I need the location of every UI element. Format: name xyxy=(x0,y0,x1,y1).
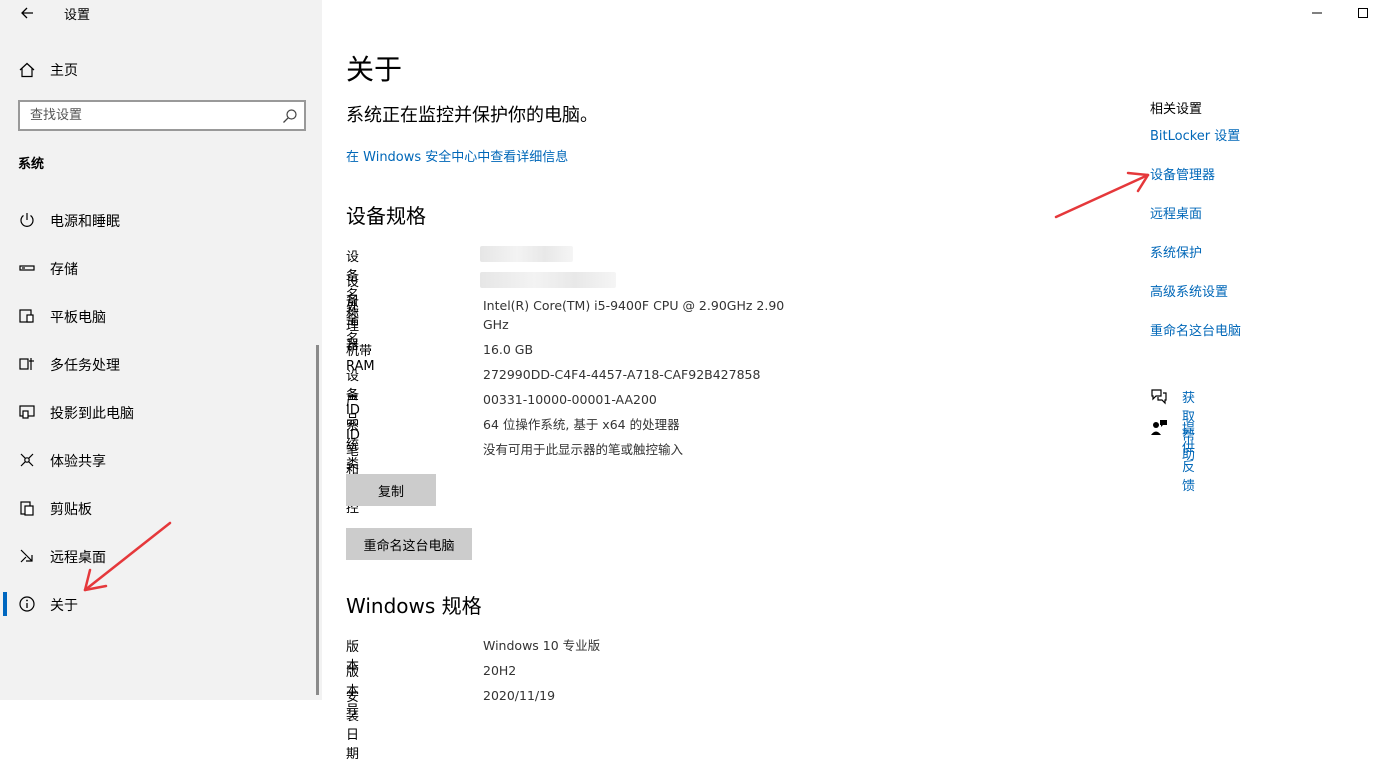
system-protection-link[interactable]: 系统保护 xyxy=(1150,242,1202,261)
window-controls xyxy=(1294,0,1386,28)
sidebar-item-about[interactable]: 关于 xyxy=(0,580,322,628)
minimize-button[interactable] xyxy=(1294,0,1340,26)
sidebar-item-multitasking[interactable]: 多任务处理 xyxy=(0,340,322,388)
sidebar-item-label: 远程桌面 xyxy=(50,550,106,566)
copy-button[interactable]: 复制 xyxy=(346,474,436,506)
back-arrow-icon xyxy=(21,7,33,19)
sidebar-item-label: 多任务处理 xyxy=(50,358,120,374)
related-settings-title: 相关设置 xyxy=(1150,102,1203,117)
app-title: 设置 xyxy=(64,8,91,23)
spec-value: Intel(R) Core(TM) i5-9400F CPU @ 2.90GHz… xyxy=(483,298,785,332)
sidebar-item-label: 平板电脑 xyxy=(50,310,106,326)
sidebar-item-power[interactable]: 电源和睡眠 xyxy=(0,196,322,244)
spec-value: Windows 10 专业版 xyxy=(483,638,601,653)
project-icon xyxy=(19,405,35,419)
spec-label: 安装日期 xyxy=(346,690,360,762)
sidebar-item-label: 关于 xyxy=(50,598,78,614)
sidebar-item-clipboard[interactable]: 剪贴板 xyxy=(0,484,322,532)
advanced-system-settings-link[interactable]: 高级系统设置 xyxy=(1150,281,1228,300)
home-icon xyxy=(19,62,35,78)
minimize-icon xyxy=(1312,12,1322,14)
feedback-icon xyxy=(1151,420,1167,435)
spec-value: 64 位操作系统, 基于 x64 的处理器 xyxy=(483,417,680,432)
sidebar-item-remote-desktop[interactable]: 远程桌面 xyxy=(0,532,322,580)
spec-value: 没有可用于此显示器的笔或触控输入 xyxy=(483,442,684,457)
feedback-link[interactable]: 提供反馈 xyxy=(1182,418,1195,494)
sidebar-item-storage[interactable]: 存储 xyxy=(0,244,322,292)
sidebar: 设置 主页 系统 电源和睡眠 存储 xyxy=(0,0,322,700)
shared-experiences-icon xyxy=(20,453,34,467)
storage-icon xyxy=(19,265,35,271)
page-title: 关于 xyxy=(346,53,403,86)
search-input[interactable] xyxy=(20,102,270,129)
main-content: 关于 系统正在监控并保护你的电脑。 在 Windows 安全中心中查看详细信息 … xyxy=(322,0,1386,762)
clipboard-icon xyxy=(20,501,34,516)
tablet-icon xyxy=(19,309,34,323)
search-box xyxy=(18,100,306,131)
sidebar-item-label: 剪贴板 xyxy=(50,502,92,518)
nav-list: 电源和睡眠 存储 平板电脑 多任务处理 投影到此电脑 体验共享 剪贴板 远程桌面… xyxy=(0,196,322,628)
spec-value: 00331-10000-00001-AA200 xyxy=(483,392,657,407)
related-settings: 相关设置 BitLocker 设置 设备管理器 远程桌面 系统保护 高级系统设置… xyxy=(1150,98,1370,494)
spec-value: 16.0 GB xyxy=(483,342,534,357)
redacted-value xyxy=(480,246,573,262)
search-icon[interactable] xyxy=(282,108,298,124)
info-icon xyxy=(19,596,35,612)
maximize-icon xyxy=(1358,8,1368,18)
help-chat-icon xyxy=(1151,389,1167,405)
rename-pc-button[interactable]: 重命名这台电脑 xyxy=(346,528,472,560)
sidebar-item-label: 主页 xyxy=(50,63,78,79)
redacted-value xyxy=(480,272,616,288)
spec-value: 272990DD-C4F4-4457-A718-CAF92B427858 xyxy=(483,367,761,382)
remote-desktop-icon xyxy=(20,549,33,563)
windows-specs-title: Windows 规格 xyxy=(346,594,482,618)
device-specs-title: 设备规格 xyxy=(346,204,426,228)
sidebar-item-project[interactable]: 投影到此电脑 xyxy=(0,388,322,436)
spec-value: 2020/11/19 xyxy=(483,688,556,703)
sidebar-item-shared-experiences[interactable]: 体验共享 xyxy=(0,436,322,484)
sidebar-scrollbar[interactable] xyxy=(316,345,319,695)
section-header: 系统 xyxy=(18,157,45,172)
rename-pc-link[interactable]: 重命名这台电脑 xyxy=(1150,320,1241,339)
power-icon xyxy=(20,213,34,227)
sidebar-item-label: 存储 xyxy=(50,262,78,278)
device-manager-link[interactable]: 设备管理器 xyxy=(1150,164,1215,183)
sidebar-item-home[interactable]: 主页 xyxy=(0,56,322,84)
sidebar-item-label: 投影到此电脑 xyxy=(50,406,134,422)
security-center-link[interactable]: 在 Windows 安全中心中查看详细信息 xyxy=(346,146,568,165)
sidebar-item-label: 体验共享 xyxy=(50,454,106,470)
back-button[interactable] xyxy=(10,0,44,26)
sidebar-item-label: 电源和睡眠 xyxy=(50,214,120,230)
security-status-text: 系统正在监控并保护你的电脑。 xyxy=(346,105,598,126)
multitasking-icon xyxy=(19,358,34,370)
spec-value: 20H2 xyxy=(483,663,517,678)
bitlocker-link[interactable]: BitLocker 设置 xyxy=(1150,125,1240,144)
sidebar-item-tablet[interactable]: 平板电脑 xyxy=(0,292,322,340)
remote-desktop-link[interactable]: 远程桌面 xyxy=(1150,203,1202,222)
maximize-button[interactable] xyxy=(1340,0,1386,26)
